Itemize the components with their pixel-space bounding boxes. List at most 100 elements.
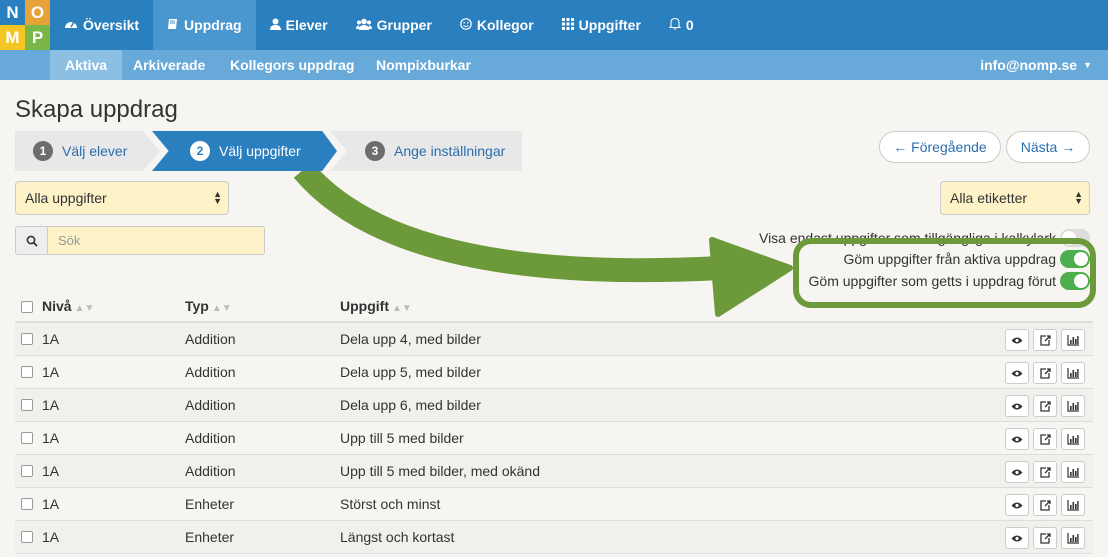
cell-task: Dela upp 5, med bilder <box>340 364 481 380</box>
task-filter-value: Alla uppgifter <box>25 190 107 206</box>
row-checkbox[interactable] <box>21 465 33 477</box>
bar-chart-icon <box>1067 499 1079 511</box>
row-checkbox[interactable] <box>21 399 33 411</box>
user-menu[interactable]: info@nomp.se ▼ <box>980 50 1092 80</box>
open-external-button[interactable] <box>1033 395 1057 417</box>
external-link-icon <box>1039 433 1051 445</box>
cell-type: Enheter <box>185 496 235 512</box>
logo-letter-o: O <box>25 0 50 25</box>
search-group: Sök <box>15 226 265 255</box>
header-task-label: Uppgift <box>340 298 389 314</box>
row-actions <box>1005 329 1085 351</box>
cell-level: 1A <box>42 496 60 512</box>
row-actions <box>1005 428 1085 450</box>
row-checkbox[interactable] <box>21 366 33 378</box>
select-all-checkbox[interactable] <box>21 301 33 313</box>
wizard-step-1[interactable]: 1 Välj elever <box>15 131 160 171</box>
book-icon <box>167 18 179 33</box>
header-level[interactable]: Nivå ▲▼ <box>42 298 94 314</box>
cell-level: 1A <box>42 397 60 413</box>
open-external-button[interactable] <box>1033 362 1057 384</box>
row-actions <box>1005 461 1085 483</box>
statistics-button[interactable] <box>1061 494 1085 516</box>
statistics-button[interactable] <box>1061 329 1085 351</box>
statistics-button[interactable] <box>1061 461 1085 483</box>
subnav-aktiva[interactable]: Aktiva <box>50 50 123 80</box>
row-checkbox[interactable] <box>21 498 33 510</box>
preview-button[interactable] <box>1005 395 1029 417</box>
row-checkbox[interactable] <box>21 333 33 345</box>
step-3-number: 3 <box>365 141 385 161</box>
nav-notifications[interactable]: 0 <box>655 0 708 50</box>
eye-icon <box>1011 403 1023 409</box>
wizard-step-3[interactable]: 3 Ange inställningar <box>330 131 522 171</box>
search-input[interactable]: Sök <box>48 226 265 255</box>
header-task[interactable]: Uppgift ▲▼ <box>340 298 412 314</box>
nav-oversikt-label: Översikt <box>83 17 140 33</box>
statistics-button[interactable] <box>1061 428 1085 450</box>
preview-button[interactable] <box>1005 329 1029 351</box>
nav-uppgifter[interactable]: Uppgifter <box>548 0 655 50</box>
table-row: 1A Enheter Störst och minst <box>15 488 1093 521</box>
bar-chart-icon <box>1067 466 1079 478</box>
nav-uppdrag[interactable]: Uppdrag <box>153 0 256 50</box>
nav-oversikt[interactable]: Översikt <box>50 0 153 50</box>
bell-icon <box>668 17 682 33</box>
logo-letter-m: M <box>0 25 25 50</box>
subnav-kollegors-uppdrag[interactable]: Kollegors uppdrag <box>215 50 369 80</box>
step-1-number: 1 <box>33 141 53 161</box>
nav-grupper[interactable]: Grupper <box>342 0 446 50</box>
preview-button[interactable] <box>1005 494 1029 516</box>
tag-filter-select[interactable]: Alla etiketter ▲ ▼ <box>940 181 1090 215</box>
eye-icon <box>1011 370 1023 376</box>
open-external-button[interactable] <box>1033 494 1057 516</box>
nav-grupper-label: Grupper <box>376 17 432 33</box>
header-level-label: Nivå <box>42 298 72 314</box>
users-icon <box>355 18 372 33</box>
grid-icon <box>561 17 574 33</box>
eye-icon <box>1011 535 1023 541</box>
nav-elever[interactable]: Elever <box>256 0 342 50</box>
bar-chart-icon <box>1067 400 1079 412</box>
header-type[interactable]: Typ ▲▼ <box>185 298 232 314</box>
nomp-logo[interactable]: N O M P <box>0 0 50 50</box>
open-external-button[interactable] <box>1033 461 1057 483</box>
wizard-step-2[interactable]: 2 Välj uppgifter <box>152 131 337 171</box>
preview-button[interactable] <box>1005 428 1029 450</box>
step-2-number: 2 <box>190 141 210 161</box>
open-external-button[interactable] <box>1033 329 1057 351</box>
statistics-button[interactable] <box>1061 362 1085 384</box>
cell-task: Störst och minst <box>340 496 441 512</box>
subnav-nompixburkar[interactable]: Nompixburkar <box>361 50 486 80</box>
statistics-button[interactable] <box>1061 527 1085 549</box>
task-filter-select[interactable]: Alla uppgifter ▲ ▼ <box>15 181 229 215</box>
select-caret-icon: ▲ ▼ <box>1074 189 1083 206</box>
tag-filter-value: Alla etiketter <box>950 190 1028 206</box>
nav-kollegor-label: Kollegor <box>476 17 534 33</box>
row-actions <box>1005 362 1085 384</box>
bar-chart-icon <box>1067 334 1079 346</box>
nav-kollegor[interactable]: Kollegor <box>446 0 548 50</box>
page-title: Skapa uppdrag <box>15 96 178 123</box>
table-row: 1A Addition Dela upp 6, med bilder <box>15 389 1093 422</box>
cell-level: 1A <box>42 331 60 347</box>
row-checkbox[interactable] <box>21 531 33 543</box>
preview-button[interactable] <box>1005 527 1029 549</box>
user-email: info@nomp.se <box>980 57 1078 73</box>
open-external-button[interactable] <box>1033 428 1057 450</box>
eye-icon <box>1011 436 1023 442</box>
cell-type: Addition <box>185 463 236 479</box>
subnav-arkiverade[interactable]: Arkiverade <box>118 50 220 80</box>
statistics-button[interactable] <box>1061 395 1085 417</box>
open-external-button[interactable] <box>1033 527 1057 549</box>
cell-level: 1A <box>42 463 60 479</box>
preview-button[interactable] <box>1005 461 1029 483</box>
row-checkbox[interactable] <box>21 432 33 444</box>
cell-task: Dela upp 4, med bilder <box>340 331 481 347</box>
bar-chart-icon <box>1067 433 1079 445</box>
sort-icon: ▲▼ <box>211 303 232 314</box>
next-button[interactable]: Nästa → <box>1006 131 1090 163</box>
smile-icon <box>460 17 472 33</box>
preview-button[interactable] <box>1005 362 1029 384</box>
previous-button[interactable]: ← Föregående <box>879 131 1001 163</box>
